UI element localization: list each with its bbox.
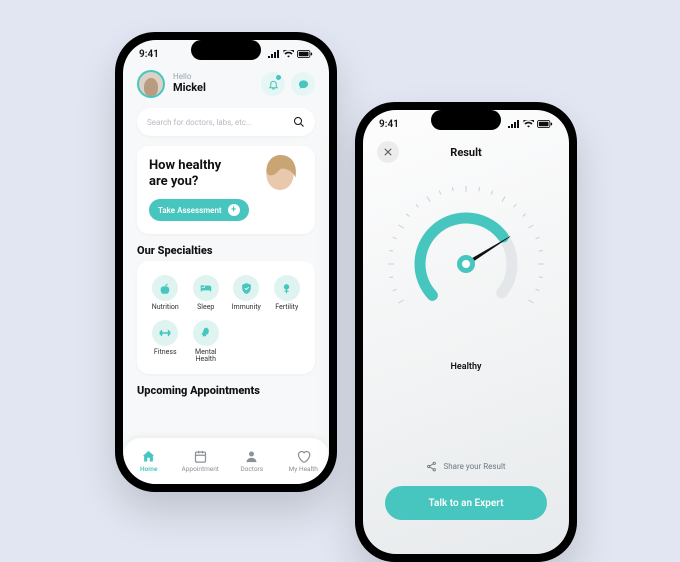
result-status: Healthy <box>382 362 550 372</box>
specialties-title: Our Specialties <box>137 244 315 257</box>
heart-icon <box>296 449 311 464</box>
specialty-sleep[interactable]: Sleep <box>186 271 227 316</box>
greeting-label: Hello <box>173 73 206 81</box>
specialty-fertility[interactable]: Fertility <box>267 271 308 316</box>
fertility-icon <box>280 282 293 295</box>
calendar-icon <box>193 449 208 464</box>
expert-cta-label: Talk to an Expert <box>429 498 504 509</box>
status-time: 9:41 <box>379 119 399 130</box>
tab-doctors[interactable]: Doctors <box>226 449 278 473</box>
status-icons <box>508 120 553 128</box>
specialties-card: Nutrition Sleep Immunity Fertility <box>137 261 315 374</box>
brain-icon <box>199 326 212 339</box>
bell-icon <box>268 79 279 90</box>
specialty-mental-health[interactable]: Mental Health <box>186 316 227 368</box>
assessment-card: How healthy are you? Take Assessment + <box>137 146 315 234</box>
share-result-button[interactable]: Share your Result <box>363 461 569 472</box>
tab-bar: Home Appointment Doctors My Health <box>123 438 329 484</box>
hero-person-image <box>241 150 315 234</box>
dumbbell-icon <box>158 326 172 340</box>
tab-home[interactable]: Home <box>123 449 175 473</box>
search-icon <box>293 116 305 128</box>
chat-icon <box>298 79 309 90</box>
home-icon <box>141 449 156 464</box>
notifications-button[interactable] <box>261 72 285 96</box>
user-block[interactable]: Hello Mickel <box>137 70 206 98</box>
talk-to-expert-button[interactable]: Talk to an Expert <box>385 486 547 520</box>
status-time: 9:41 <box>139 49 159 60</box>
tab-my-health[interactable]: My Health <box>278 449 330 473</box>
specialty-fitness[interactable]: Fitness <box>145 316 186 368</box>
doctor-icon <box>244 449 259 464</box>
bed-icon <box>199 281 213 295</box>
search-placeholder: Search for doctors, labs, etc... <box>147 118 252 127</box>
specialty-immunity[interactable]: Immunity <box>226 271 267 316</box>
close-button[interactable] <box>377 141 399 163</box>
shield-icon <box>240 282 253 295</box>
apple-icon <box>159 282 172 295</box>
status-icons <box>268 50 313 58</box>
specialty-nutrition[interactable]: Nutrition <box>145 271 186 316</box>
avatar <box>137 70 165 98</box>
share-icon <box>426 461 437 472</box>
close-icon <box>383 147 393 157</box>
tab-appointment[interactable]: Appointment <box>175 449 227 473</box>
assessment-cta-label: Take Assessment <box>158 206 222 215</box>
take-assessment-button[interactable]: Take Assessment + <box>149 199 249 221</box>
plus-icon: + <box>228 204 240 216</box>
hero-title: How healthy are you? <box>149 158 239 189</box>
result-gauge: Healthy <box>382 180 550 348</box>
share-label: Share your Result <box>443 462 505 471</box>
user-name: Mickel <box>173 81 206 94</box>
search-input[interactable]: Search for doctors, labs, etc... <box>137 108 315 136</box>
upcoming-title: Upcoming Appointments <box>137 384 315 397</box>
messages-button[interactable] <box>291 72 315 96</box>
